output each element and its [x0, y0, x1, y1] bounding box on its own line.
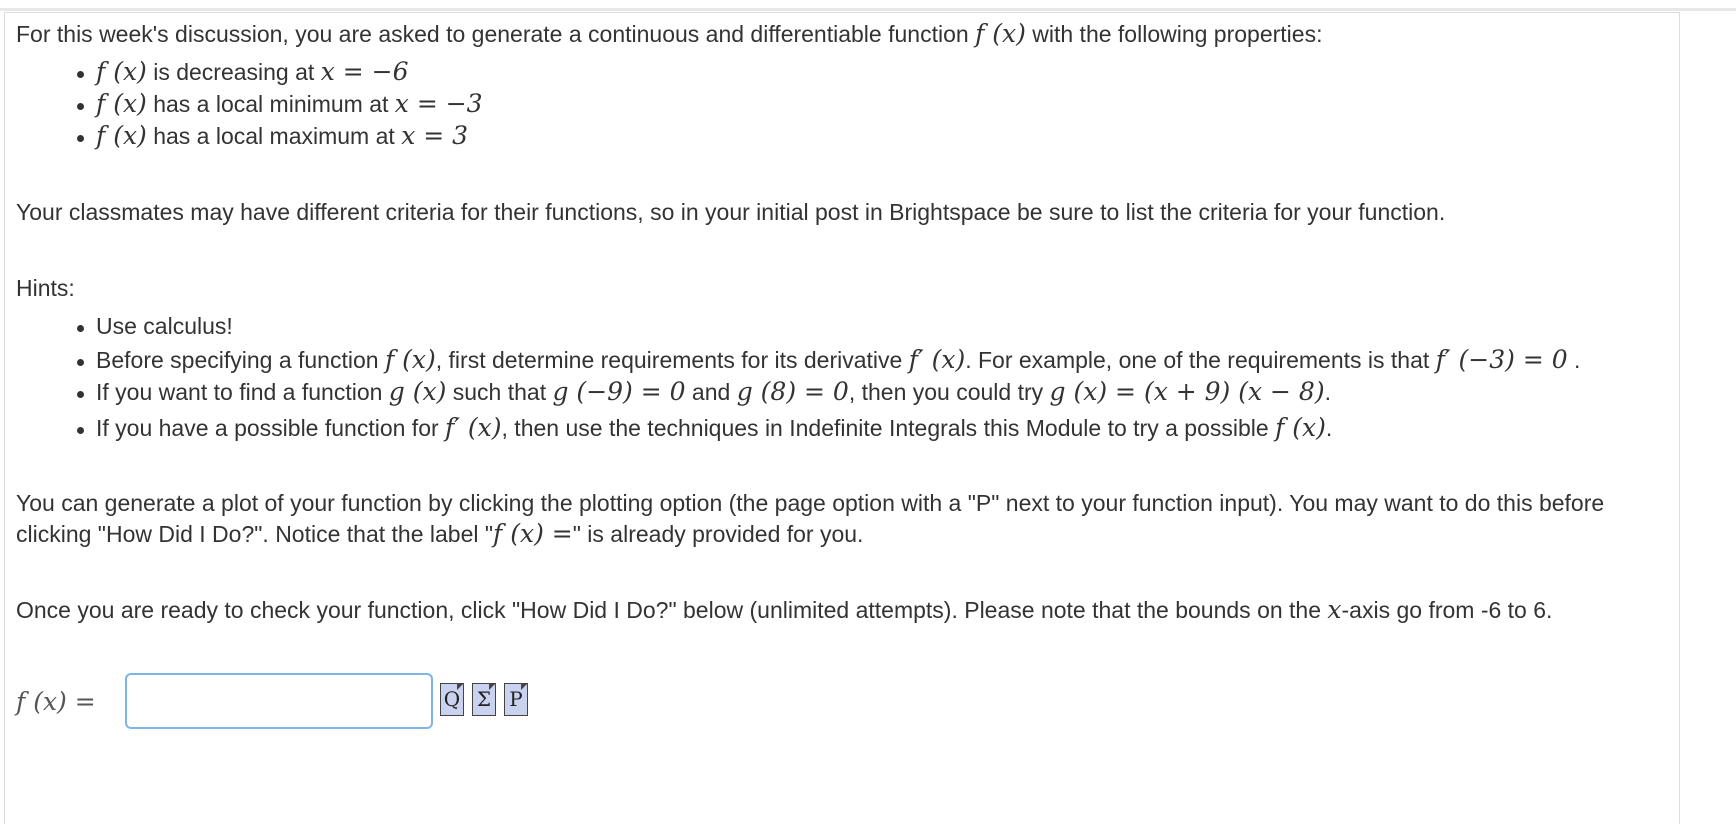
plot-paragraph-line2: clicking "How Did I Do?". Notice that th… [16, 517, 863, 551]
hint-text: Use calculus! [96, 313, 233, 339]
property-text: is decreasing at [146, 59, 321, 85]
hint-text: and [685, 379, 737, 405]
plot-math: f (x) = [493, 519, 573, 548]
property-math: x = 3 [401, 121, 469, 150]
property-math-fx: f (x) [96, 57, 147, 86]
question-panel: For this week's discussion, you are aske… [4, 12, 1680, 824]
property-item: f (x) has a local maximum at x = 3 [16, 119, 483, 155]
hint-math: g (x) = (x + 9) (x − 8) [1049, 377, 1325, 406]
hint-text: Before specifying a function [96, 347, 385, 373]
property-math: x = −3 [394, 89, 483, 118]
plot-paragraph-line1: You can generate a plot of your function… [16, 490, 1605, 516]
hint-text: . [1567, 347, 1581, 373]
intro-text-post: with the following properties: [1025, 21, 1323, 47]
hint-text: . [1324, 379, 1331, 405]
hints-list: Use calculus! Before specifying a functi… [16, 309, 1580, 447]
hint-text: , then you could try [848, 379, 1050, 405]
intro-math-fx: f (x) [975, 19, 1026, 48]
property-math: x = −6 [320, 57, 409, 86]
top-divider [0, 8, 1736, 11]
hints-label: Hints: [16, 275, 75, 301]
intro-text-pre: For this week's discussion, you are aske… [16, 21, 976, 47]
hint-text: If you have a possible function for [96, 415, 446, 441]
check-text: Once you are ready to check your functio… [16, 597, 1328, 623]
hint-math: f′ (x) [445, 413, 502, 442]
hint-text: , then use the techniques in Indefinite … [501, 415, 1276, 441]
criteria-paragraph: Your classmates may have different crite… [16, 199, 1446, 225]
hint-text: . For example, one of the requirements i… [965, 347, 1436, 373]
hint-text: , first determine requirements for its d… [435, 347, 909, 373]
check-text: -axis go from -6 to 6. [1341, 597, 1553, 623]
preview-icon[interactable]: Q [440, 683, 464, 716]
plot-text: " is already provided for you. [572, 521, 864, 547]
hint-item: If you have a possible function for f′ (… [16, 411, 1580, 447]
hint-text: . [1325, 415, 1333, 441]
hint-item: If you want to find a function g (x) suc… [16, 375, 1580, 411]
answer-label: f (x) = [16, 687, 96, 716]
hint-text: If you want to find a function [96, 379, 389, 405]
property-item: f (x) has a local minimum at x = −3 [16, 87, 483, 123]
hint-math: g (−9) = 0 [552, 377, 686, 406]
intro-paragraph: For this week's discussion, you are aske… [16, 17, 1322, 51]
answer-input[interactable] [125, 673, 433, 729]
hint-item: Use calculus! [16, 309, 1580, 345]
hint-math: g (x) [388, 377, 447, 406]
hint-text: such that [446, 379, 553, 405]
property-text: has a local minimum at [146, 91, 395, 117]
hint-math: f′ (−3) = 0 [1435, 345, 1568, 374]
check-paragraph: Once you are ready to check your functio… [16, 593, 1552, 627]
properties-list: f (x) is decreasing at x = −6 f (x) has … [16, 55, 483, 155]
plot-text: clicking "How Did I Do?". Notice that th… [16, 521, 494, 547]
plot-icon[interactable]: P [504, 683, 528, 716]
property-math-fx: f (x) [96, 121, 147, 150]
hint-item: Before specifying a function f (x), firs… [16, 343, 1580, 379]
hint-math: f′ (x) [908, 345, 966, 374]
hint-math: f (x) [384, 345, 436, 374]
equation-editor-icon[interactable]: Σ [472, 683, 496, 716]
hint-math: g (8) = 0 [736, 377, 849, 406]
property-item: f (x) is decreasing at x = −6 [16, 55, 483, 91]
check-math: x [1327, 595, 1342, 624]
property-text: has a local maximum at [146, 123, 402, 149]
hint-math: f (x) [1275, 413, 1326, 442]
property-math-fx: f (x) [96, 89, 147, 118]
